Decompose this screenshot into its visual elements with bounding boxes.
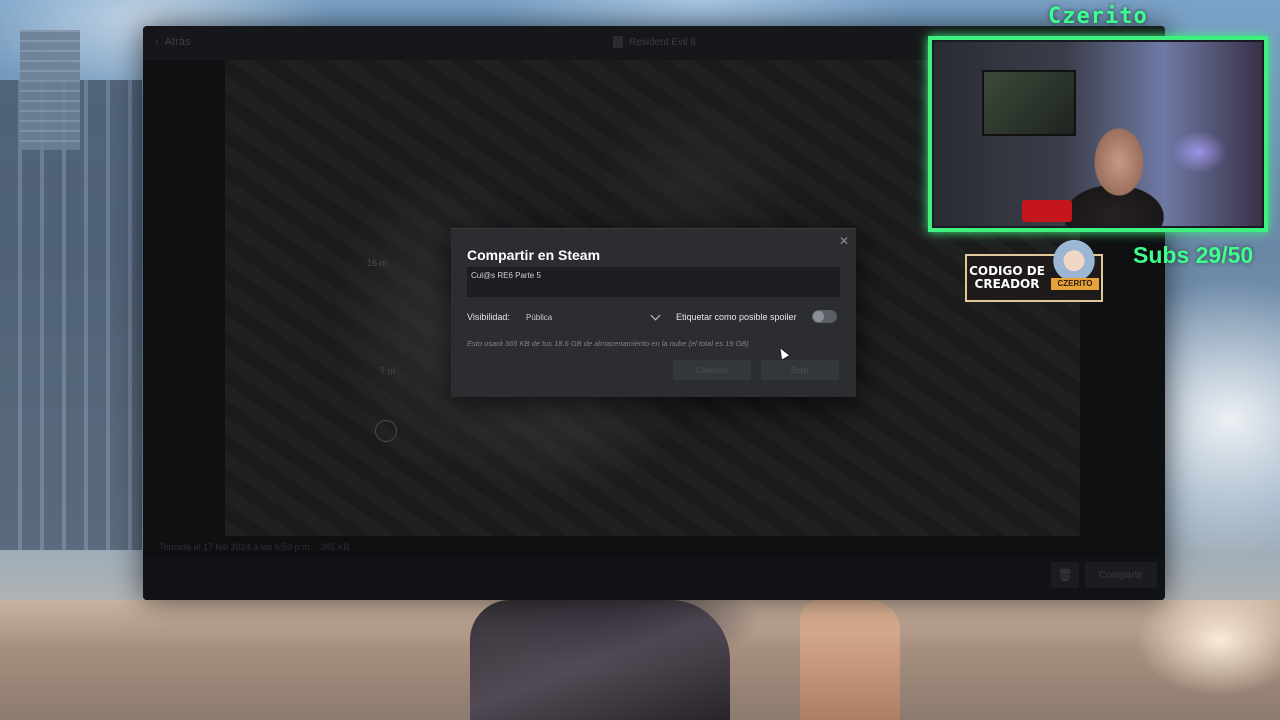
visibility-value: Pública [526, 312, 553, 322]
game-icon [613, 36, 623, 48]
back-label: Atrás [164, 36, 191, 48]
close-icon[interactable]: ✕ [838, 235, 850, 247]
chevron-left-icon: ‹ [155, 36, 159, 48]
subs-counter: Subs 29/50 [1133, 242, 1254, 268]
toggle-knob [813, 311, 824, 322]
creator-code-text: CODIGO DE CREADOR [969, 264, 1045, 291]
creator-tag: CZERITO [1051, 278, 1099, 290]
webcam-frame [928, 36, 1268, 232]
spoiler-label: Etiquetar como posible spoiler [676, 312, 797, 322]
screenshot-title-input[interactable]: Cul@s RE6 Parte 5 [467, 267, 840, 297]
background-city [0, 80, 142, 550]
delete-button[interactable]: 🗑 [1051, 562, 1079, 588]
title-input-value: Cul@s RE6 Parte 5 [471, 271, 541, 280]
hud-distance-marker: 16 m [367, 258, 388, 268]
back-button[interactable]: ‹ Atrás [155, 36, 190, 48]
viewer-footer [143, 558, 1165, 600]
share-button[interactable]: Compartir [1085, 562, 1157, 588]
trash-icon: 🗑 [1057, 568, 1073, 582]
webcam-microphone [1022, 200, 1072, 222]
game-title-text: Resident Evil 6 [629, 36, 696, 48]
storage-note: Esto usará 365 KB de tus 18.6 GB de alma… [467, 339, 749, 348]
game-title: Resident Evil 6 [613, 36, 696, 48]
webcam-background-monitor [982, 70, 1076, 136]
background-building [20, 30, 80, 150]
dialog-title: Compartir en Steam [467, 247, 601, 263]
visibility-label: Visibilidad: [467, 312, 510, 322]
streamer-name: Czerito [1048, 4, 1148, 29]
background-character [470, 600, 730, 720]
share-dialog: ✕ Compartir en Steam Cul@s RE6 Parte 5 V… [451, 228, 856, 397]
hud-waypoint-icon [375, 420, 397, 442]
background-character-arm [800, 600, 900, 720]
spoiler-toggle[interactable] [812, 310, 837, 323]
cancel-button[interactable]: Cancelar [673, 360, 751, 380]
screenshot-info: Tomada el 17 feb 2024 a las 6:59 p.m. · … [159, 542, 350, 552]
chevron-down-icon [650, 310, 661, 321]
upload-button[interactable]: Subir [761, 360, 839, 380]
creator-code-badge: CODIGO DE CREADOR CZERITO [965, 240, 1103, 302]
hud-distance-marker: 7 m [380, 366, 396, 376]
visibility-dropdown[interactable]: Pública [521, 307, 663, 327]
